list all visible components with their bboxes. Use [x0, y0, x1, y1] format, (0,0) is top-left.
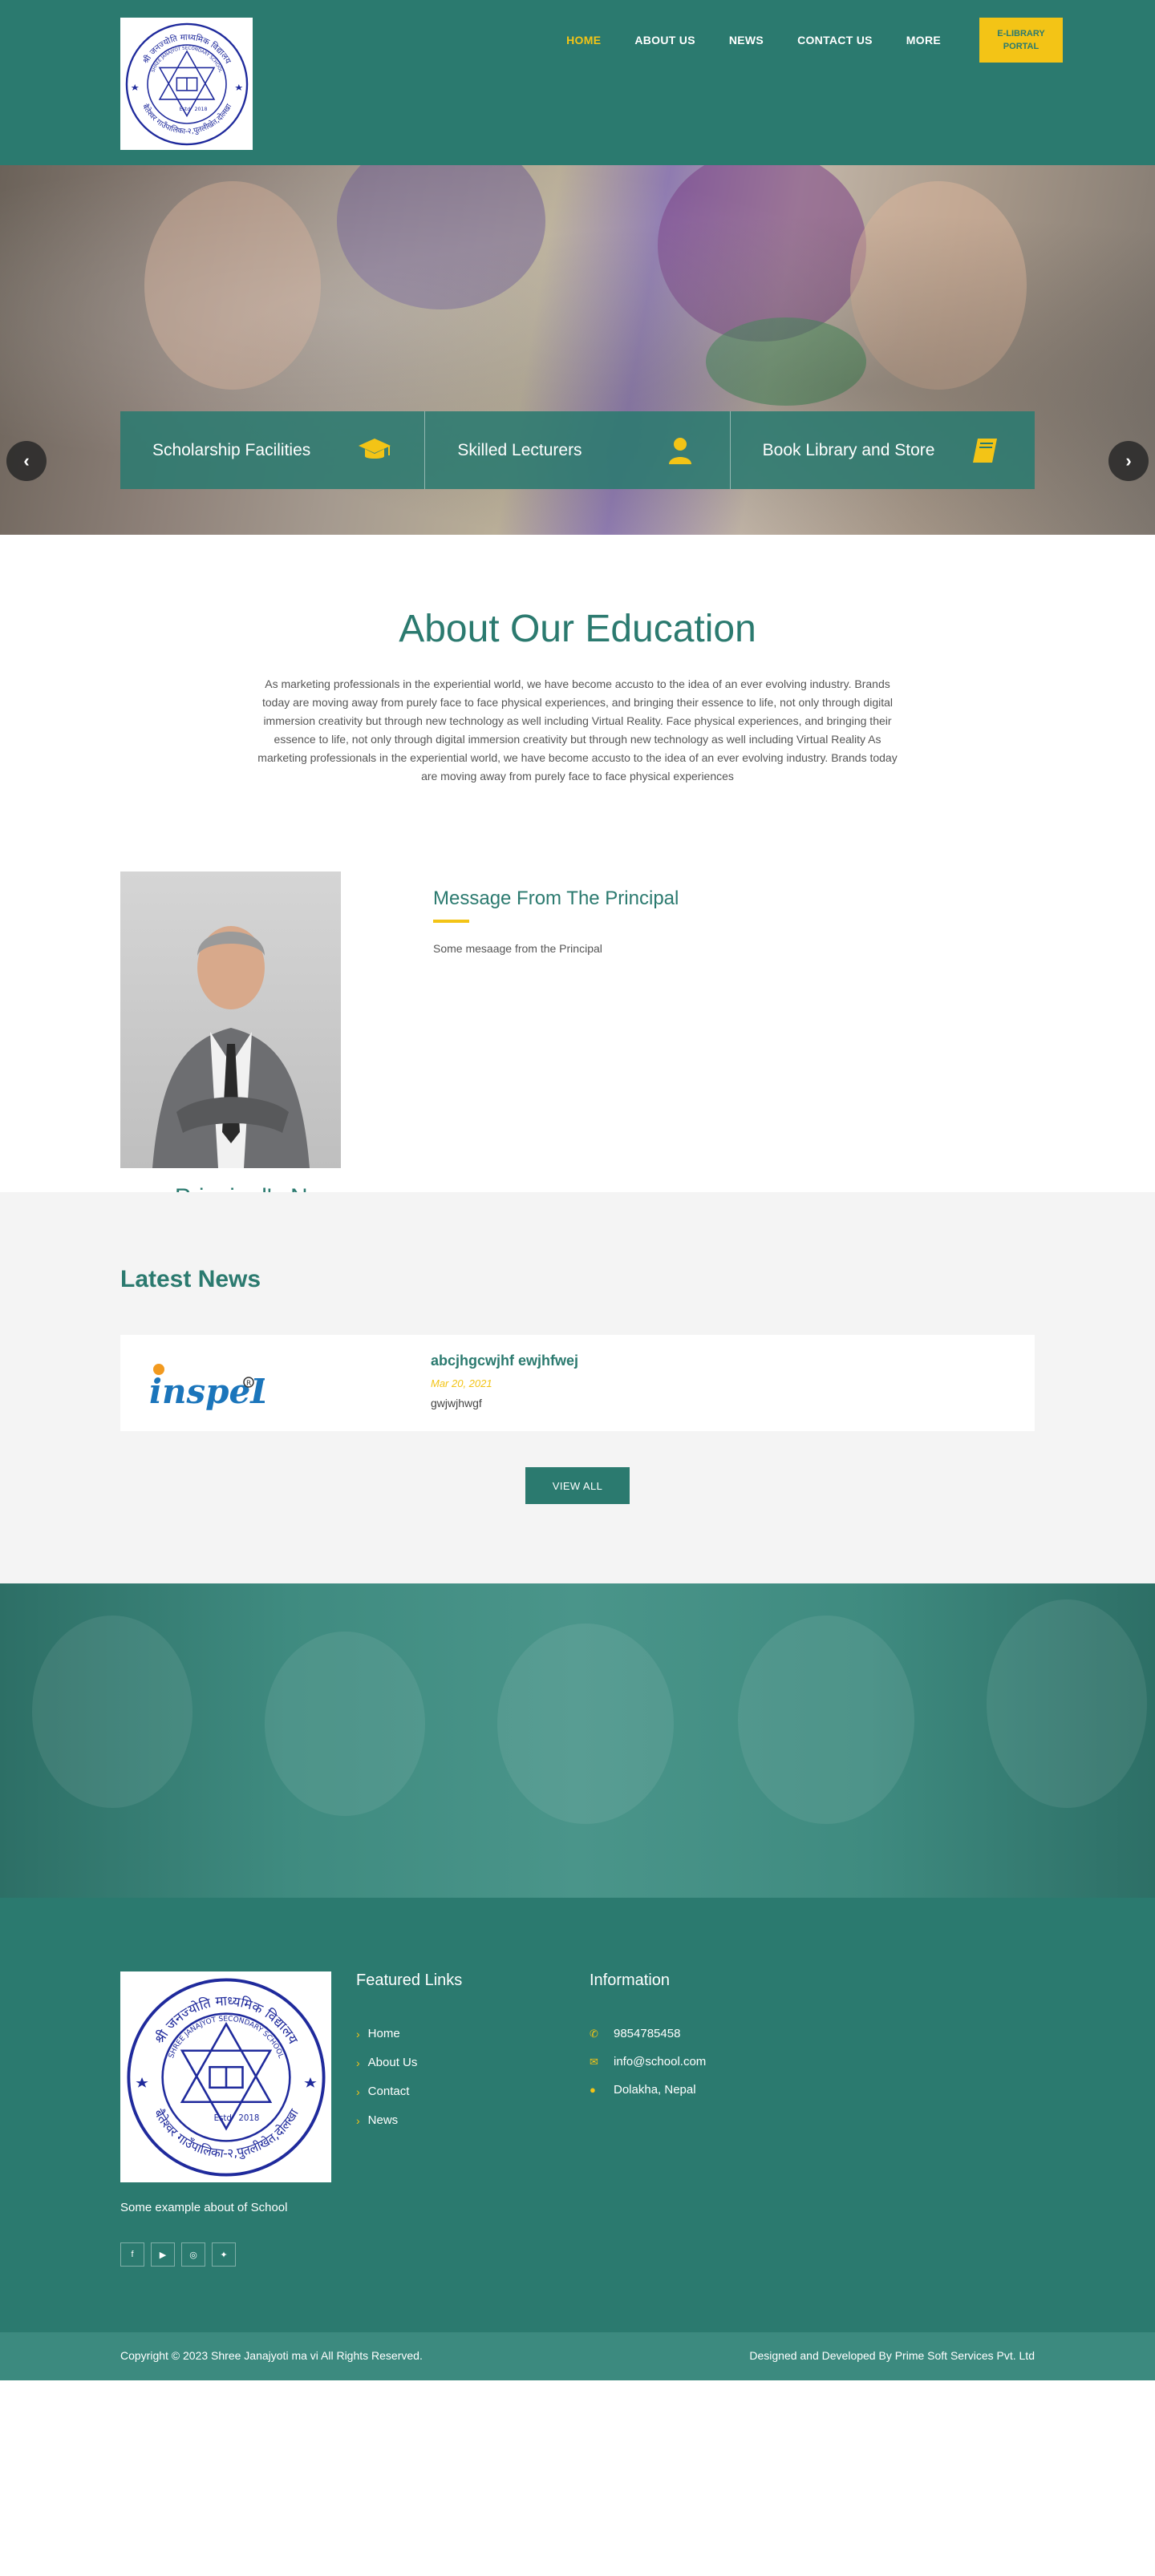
- banner-photo-shape: [265, 1632, 425, 1816]
- principal-message-text: Some mesaage from the Principal: [433, 942, 602, 955]
- instagram-icon[interactable]: ◎: [181, 2242, 205, 2267]
- phone-icon: ✆: [590, 2028, 598, 2040]
- news-card[interactable]: inspeLa R abcjhgcwjhf ewjhfwej Mar 20, 2…: [120, 1335, 1035, 1431]
- footer-about-text: Some example about of School: [120, 2201, 288, 2214]
- featured-links-heading: Featured Links: [356, 1971, 463, 1989]
- feature-strip: Scholarship Facilities Skilled Lecturers…: [120, 411, 1035, 489]
- about-title: About Our Education: [399, 608, 756, 650]
- principal-photo: [120, 871, 341, 1168]
- info-phone[interactable]: ✆ 9854785458: [590, 2020, 706, 2048]
- banner-photo-shape: [497, 1624, 674, 1824]
- seal-year: 2018: [238, 2113, 259, 2122]
- youtube-icon[interactable]: ▶: [151, 2242, 175, 2267]
- site-footer: श्री जनज्योति माध्यमिक विद्यालय बैतेश्वर…: [0, 1898, 1155, 2332]
- banner-photo-shape: [738, 1616, 914, 1824]
- e-library-line1: E-LIBRARY: [997, 29, 1045, 38]
- nav-contact-us[interactable]: CONTACT US: [797, 18, 873, 63]
- about-body: As marketing professionals in the experi…: [257, 677, 898, 783]
- copyright-text: Copyright © 2023 Shree Janajyoti ma vi A…: [120, 2349, 423, 2362]
- chevron-right-icon: ›: [1125, 451, 1132, 471]
- chevron-right-icon: ›: [356, 2028, 360, 2040]
- copyright-bar: Copyright © 2023 Shree Janajyoti ma vi A…: [0, 2332, 1155, 2380]
- chevron-right-icon: ›: [356, 2056, 360, 2069]
- featured-links-list: › Home › About Us › Contact › News: [356, 2020, 417, 2135]
- information-list: ✆ 9854785458 ✉ info@school.com ● Dolakha, N…: [590, 2020, 706, 2104]
- nav-more[interactable]: MORE: [906, 18, 941, 63]
- school-logo[interactable]: श्री जनज्योति माध्यमिक विद्यालय बैतेश्वर…: [120, 18, 253, 150]
- map-pin-icon: ●: [590, 2084, 596, 2096]
- principal-message-title: Message From The Principal: [433, 888, 679, 909]
- link-label: About Us: [367, 2056, 418, 2069]
- chevron-left-icon: ‹: [23, 451, 30, 471]
- feature-label: Skilled Lecturers: [457, 440, 582, 459]
- feature-library[interactable]: Book Library and Store: [729, 411, 1035, 489]
- info-location: ● Dolakha, Nepal: [590, 2076, 706, 2104]
- information-heading: Information: [590, 1971, 671, 1989]
- banner-photo-shape: [987, 1599, 1147, 1808]
- chevron-right-icon: ›: [356, 2085, 360, 2098]
- feature-scholarship[interactable]: Scholarship Facilities: [120, 411, 425, 489]
- facebook-icon[interactable]: f: [120, 2242, 144, 2267]
- e-library-line2: PORTAL: [1003, 42, 1040, 51]
- title-underline: [433, 920, 469, 923]
- nav-about-us[interactable]: ABOUT US: [634, 18, 695, 63]
- slider-next-button[interactable]: ›: [1108, 441, 1149, 481]
- school-seal-icon: श्री जनज्योति माध्यमिक विद्यालय बैतेश्वर…: [125, 22, 248, 145]
- chevron-right-icon: ›: [356, 2114, 360, 2127]
- news-date: Mar 20, 2021: [431, 1377, 492, 1389]
- news-excerpt: gwjwjhwgf: [431, 1397, 482, 1409]
- link-label: Contact: [367, 2085, 410, 2098]
- link-label: News: [367, 2113, 399, 2127]
- graduation-cap-icon: [357, 433, 392, 468]
- seal-estd: Estd: [213, 2113, 231, 2122]
- info-text: Dolakha, Nepal: [614, 2083, 696, 2097]
- footer-link-news[interactable]: › News: [356, 2106, 417, 2135]
- hero-slider: ‹ › Scholarship Facilities Skilled Lectu…: [0, 165, 1155, 535]
- nav-news[interactable]: NEWS: [729, 18, 764, 63]
- site-header: श्री जनज्योति माध्यमिक विद्यालय बैतेश्वर…: [0, 0, 1155, 165]
- link-label: Home: [367, 2027, 400, 2040]
- feature-label: Book Library and Store: [762, 440, 935, 459]
- social-links: f ▶ ◎ ✦: [120, 2242, 236, 2267]
- seal-estd: Estd: [179, 107, 190, 112]
- envelope-icon: ✉: [590, 2056, 598, 2068]
- credits-text[interactable]: Designed and Developed By Prime Soft Ser…: [749, 2349, 1035, 2362]
- info-text: info@school.com: [614, 2055, 707, 2068]
- footer-link-contact[interactable]: › Contact: [356, 2077, 417, 2106]
- user-icon: [663, 433, 698, 468]
- news-title[interactable]: abcjhgcwjhf ewjhfwej: [431, 1353, 578, 1369]
- slider-prev-button[interactable]: ‹: [6, 441, 47, 481]
- feature-label: Scholarship Facilities: [152, 440, 311, 459]
- svg-text:R: R: [246, 1380, 251, 1388]
- nav-home[interactable]: HOME: [566, 18, 601, 63]
- footer-link-home[interactable]: › Home: [356, 2020, 417, 2048]
- students-banner: [0, 1583, 1155, 1898]
- news-heading: Latest News: [120, 1266, 261, 1292]
- book-icon: [967, 433, 1003, 468]
- news-section: Latest News inspeLa R abcjhgcwjhf ewjhfw…: [0, 1192, 1155, 1583]
- info-text: 9854785458: [614, 2027, 681, 2040]
- footer-link-about-us[interactable]: › About Us: [356, 2048, 417, 2077]
- seal-year: 2018: [194, 107, 207, 112]
- news-thumbnail: inspeLa R: [144, 1349, 265, 1421]
- info-email[interactable]: ✉ info@school.com: [590, 2048, 706, 2076]
- view-all-button[interactable]: VIEW ALL: [525, 1467, 630, 1504]
- banner-photo-shape: [32, 1616, 192, 1808]
- e-library-portal-button[interactable]: E-LIBRARY PORTAL: [979, 18, 1063, 63]
- main-nav: HOME ABOUT US NEWS CONTACT US MORE E-LIB…: [533, 18, 1063, 63]
- school-seal-icon: श्री जनज्योति माध्यमिक विद्यालय बैतेश्वर…: [126, 1977, 326, 2177]
- footer-logo[interactable]: श्री जनज्योति माध्यमिक विद्यालय बैतेश्वर…: [120, 1971, 331, 2182]
- feature-lecturers[interactable]: Skilled Lecturers: [424, 411, 730, 489]
- twitter-icon[interactable]: ✦: [212, 2242, 236, 2267]
